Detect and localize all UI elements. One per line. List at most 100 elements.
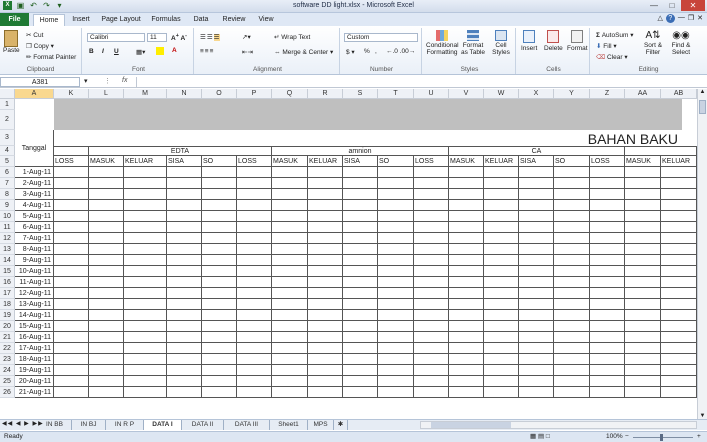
data-cell[interactable] [54,233,89,244]
data-cell[interactable] [414,343,449,354]
date-cell[interactable]: 2-Aug-11 [15,178,54,189]
data-cell[interactable] [124,277,167,288]
data-cell[interactable] [89,376,124,387]
row-header[interactable]: 1 [0,99,15,110]
data-cell[interactable] [378,255,414,266]
data-cell[interactable] [590,299,625,310]
data-cell[interactable] [590,277,625,288]
data-cell[interactable] [124,200,167,211]
data-cell[interactable] [661,365,697,376]
data-cell[interactable] [124,222,167,233]
data-cell[interactable] [449,178,484,189]
data-cell[interactable] [237,178,272,189]
column-header[interactable]: W [484,89,519,99]
data-cell[interactable] [590,387,625,398]
workbook-minimize-icon[interactable]: — [678,14,685,23]
data-cell[interactable] [414,255,449,266]
data-cell[interactable] [519,255,554,266]
data-cell[interactable] [449,266,484,277]
data-cell[interactable] [484,211,519,222]
autosum-button[interactable]: Σ AutoSum ▾ [596,31,634,39]
data-cell[interactable] [202,299,237,310]
data-cell[interactable] [54,354,89,365]
data-cell[interactable] [414,387,449,398]
data-cell[interactable] [625,167,661,178]
data-cell[interactable] [554,299,590,310]
row-header[interactable]: 9 [0,200,15,211]
indent-buttons[interactable]: ⇤⇥ [242,48,253,56]
data-cell[interactable] [554,365,590,376]
data-cell[interactable] [54,387,89,398]
data-cell[interactable] [590,310,625,321]
fill-color-icon[interactable] [156,47,164,55]
data-cell[interactable] [272,310,308,321]
data-cell[interactable] [237,321,272,332]
date-cell[interactable]: 17-Aug-11 [15,343,54,354]
data-cell[interactable] [625,233,661,244]
data-cell[interactable] [237,288,272,299]
data-cell[interactable] [89,233,124,244]
data-cell[interactable] [89,288,124,299]
underline-button[interactable]: U [114,48,119,55]
new-sheet-icon[interactable]: ✱ [334,420,348,430]
data-cell[interactable] [308,266,343,277]
data-cell[interactable] [54,365,89,376]
data-cell[interactable] [54,189,89,200]
data-cell[interactable] [237,365,272,376]
data-cell[interactable] [378,387,414,398]
data-cell[interactable] [625,178,661,189]
data-cell[interactable] [343,244,378,255]
data-cell[interactable] [167,299,202,310]
date-cell[interactable]: 6-Aug-11 [15,222,54,233]
data-cell[interactable] [343,277,378,288]
data-cell[interactable] [661,376,697,387]
data-cell[interactable] [484,321,519,332]
data-cell[interactable] [272,178,308,189]
data-cell[interactable] [554,343,590,354]
zoom-in-icon[interactable]: + [697,432,701,442]
fill-button[interactable]: ⬇ Fill ▾ [596,42,617,50]
data-cell[interactable] [484,178,519,189]
data-cell[interactable] [625,343,661,354]
sheet-tab[interactable]: MPS [308,420,334,430]
data-cell[interactable] [484,343,519,354]
data-cell[interactable] [343,343,378,354]
data-cell[interactable] [202,332,237,343]
data-cell[interactable] [237,299,272,310]
data-cell[interactable] [414,376,449,387]
sheet-tab[interactable]: DATA III [224,420,270,430]
data-cell[interactable] [124,354,167,365]
data-cell[interactable] [237,343,272,354]
formula-input[interactable] [136,77,705,87]
tab-page-layout[interactable]: Page Layout [98,14,144,26]
row-header[interactable]: 22 [0,343,15,354]
data-cell[interactable] [661,310,697,321]
name-box-dropdown-icon[interactable]: ▾ [84,77,88,85]
data-cell[interactable] [343,332,378,343]
vertical-scrollbar[interactable]: ▲ ▼ [697,89,707,419]
data-cell[interactable] [124,211,167,222]
data-cell[interactable] [519,376,554,387]
data-cell[interactable] [124,178,167,189]
data-cell[interactable] [308,321,343,332]
data-cell[interactable] [449,244,484,255]
data-cell[interactable] [519,266,554,277]
data-cell[interactable] [625,299,661,310]
data-cell[interactable] [237,354,272,365]
vertical-align-buttons[interactable]: ☰☰☰ [200,33,221,41]
data-cell[interactable] [661,288,697,299]
data-cell[interactable] [343,365,378,376]
data-cell[interactable] [484,167,519,178]
row-header[interactable]: 16 [0,277,15,288]
zoom-level[interactable]: 100% [606,432,623,442]
row-header[interactable]: 25 [0,376,15,387]
currency-button[interactable]: $ ▾ [346,48,355,56]
data-cell[interactable] [89,277,124,288]
borders-button[interactable]: ▦▾ [136,48,145,56]
row-header[interactable]: 26 [0,387,15,398]
data-cell[interactable] [308,354,343,365]
column-header[interactable]: R [308,89,343,99]
data-cell[interactable] [272,332,308,343]
data-cell[interactable] [167,222,202,233]
scroll-thumb[interactable] [699,100,706,114]
